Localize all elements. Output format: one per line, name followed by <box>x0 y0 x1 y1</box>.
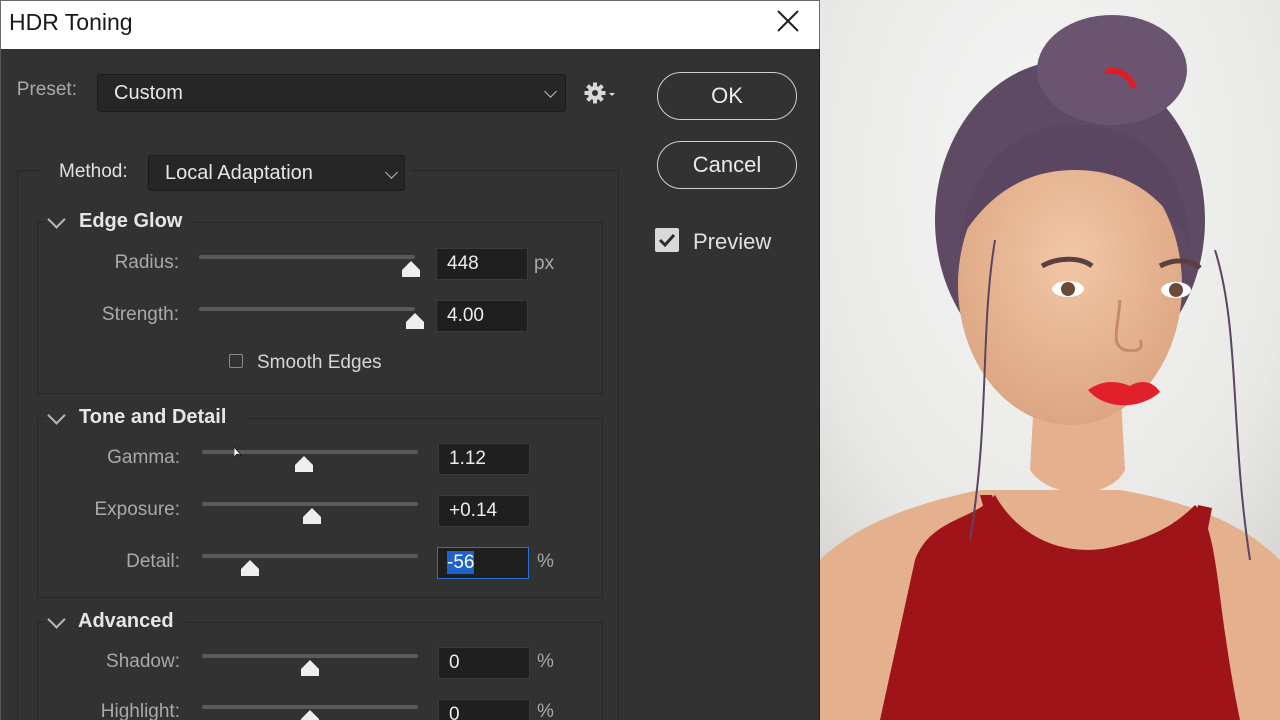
checkmark-icon <box>658 233 676 248</box>
detail-slider-thumb[interactable] <box>240 560 259 576</box>
exposure-slider-track[interactable] <box>202 502 418 506</box>
shadow-unit: % <box>537 651 554 672</box>
shadow-slider-thumb[interactable] <box>301 660 319 676</box>
gamma-label: Gamma: <box>107 447 180 468</box>
shadow-slider-track[interactable] <box>202 654 418 658</box>
highlight-slider-track[interactable] <box>202 705 418 709</box>
highlight-slider-thumb[interactable] <box>301 710 319 720</box>
preview-checkbox[interactable] <box>655 228 679 252</box>
strength-slider-thumb[interactable] <box>406 313 424 329</box>
edge-glow-title: Edge Glow <box>79 210 183 232</box>
radius-slider-track[interactable] <box>199 255 415 259</box>
cancel-button[interactable]: Cancel <box>657 141 797 189</box>
method-dropdown[interactable]: Local Adaptation <box>148 155 405 191</box>
strength-input[interactable]: 4.00 <box>436 300 528 332</box>
gamma-input[interactable]: 1.12 <box>438 443 530 475</box>
exposure-input[interactable]: +0.14 <box>438 495 530 527</box>
preset-value: Custom <box>114 82 183 104</box>
detail-input[interactable]: -56 <box>437 547 529 579</box>
close-icon[interactable] <box>773 5 803 37</box>
smooth-edges-checkbox[interactable] <box>229 354 243 368</box>
smooth-edges-label: Smooth Edges <box>257 352 382 373</box>
exposure-label: Exposure: <box>94 499 180 520</box>
preview-label: Preview <box>693 229 772 254</box>
hdr-toning-dialog: HDR Toning Preset: Custom OK Cancel Prev… <box>0 0 820 720</box>
detail-label: Detail: <box>126 551 180 572</box>
mouse-cursor-icon <box>233 446 242 458</box>
chevron-down-icon <box>544 85 557 98</box>
detail-value-selection: -56 <box>447 551 475 574</box>
portrait-photo <box>820 0 1280 720</box>
chevron-down-icon <box>385 166 398 179</box>
tone-and-detail-title: Tone and Detail <box>79 406 227 428</box>
dialog-title: HDR Toning <box>9 9 133 35</box>
method-label: Method: <box>59 161 128 182</box>
shadow-input[interactable]: 0 <box>438 647 530 679</box>
preset-label: Preset: <box>16 79 77 100</box>
dialog-body: Preset: Custom OK Cancel Preview Method:… <box>0 49 820 720</box>
exposure-slider-thumb[interactable] <box>303 508 322 524</box>
radius-input[interactable]: 448 <box>436 248 528 280</box>
strength-label: Strength: <box>101 304 179 325</box>
radius-unit: px <box>534 253 555 274</box>
highlight-unit: % <box>537 701 554 720</box>
advanced-title: Advanced <box>78 610 174 632</box>
strength-slider-track[interactable] <box>199 307 415 311</box>
highlight-input[interactable]: 0 <box>438 699 530 720</box>
highlight-label: Highlight: <box>100 701 180 720</box>
radius-label: Radius: <box>114 252 179 273</box>
gear-icon[interactable] <box>583 81 617 105</box>
detail-unit: % <box>537 551 554 572</box>
title-bar[interactable]: HDR Toning <box>0 0 820 49</box>
gamma-slider-thumb[interactable] <box>294 456 313 472</box>
ok-button[interactable]: OK <box>657 72 797 120</box>
method-value: Local Adaptation <box>165 162 313 184</box>
radius-slider-thumb[interactable] <box>401 261 420 277</box>
shadow-label: Shadow: <box>106 651 180 672</box>
image-preview <box>820 0 1280 720</box>
detail-slider-track[interactable] <box>202 554 418 558</box>
preset-dropdown[interactable]: Custom <box>97 74 566 112</box>
